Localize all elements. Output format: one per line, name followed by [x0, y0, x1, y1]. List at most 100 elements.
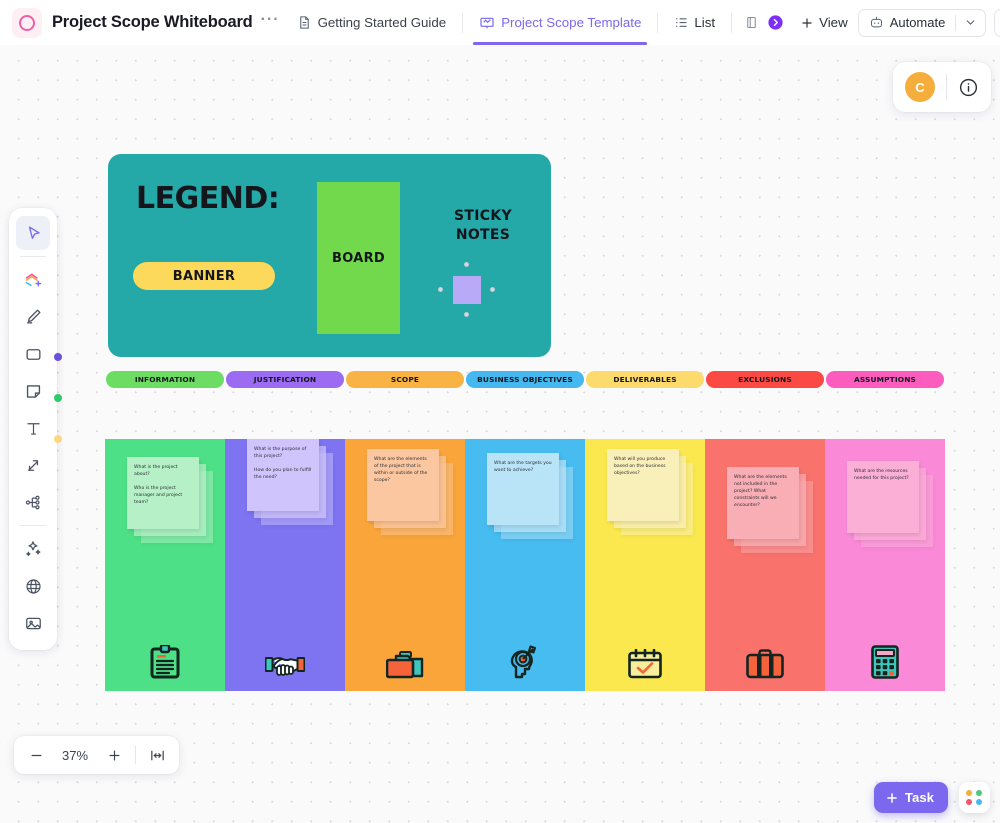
resize-handle-left[interactable] — [438, 287, 443, 292]
sticky-note[interactable]: What is the purpose of this project? How… — [247, 439, 319, 511]
column-body[interactable]: What are the elements of the project tha… — [345, 439, 465, 691]
zoom-controls: 37% — [14, 736, 179, 774]
sticky-note[interactable]: What is the project about? Who is the pr… — [127, 457, 199, 529]
column-header[interactable]: DELIVERABLES — [586, 371, 704, 388]
column-header[interactable]: ASSUMPTIONS — [826, 371, 944, 388]
legend-board-sample: BOARD — [317, 182, 400, 334]
resize-handle-top[interactable] — [464, 262, 469, 267]
mindmap-tool[interactable] — [16, 485, 50, 519]
sidebar-panel-icon[interactable] — [744, 15, 759, 30]
automate-button[interactable]: Automate — [859, 10, 956, 36]
panel-toggle-group[interactable] — [738, 14, 790, 31]
column-body[interactable]: What are the resources needed for this p… — [825, 439, 945, 691]
column-header[interactable]: EXCLUSIONS — [706, 371, 824, 388]
info-circle-icon[interactable] — [958, 77, 979, 98]
sticky-note-tool[interactable] — [16, 374, 50, 408]
title-more-button[interactable]: ··· — [261, 11, 280, 31]
sticky-note-text: What will you produce based on the busin… — [614, 457, 666, 476]
magic-wand-icon[interactable] — [16, 532, 50, 566]
list-icon — [674, 15, 689, 30]
whiteboard-icon — [479, 15, 495, 31]
briefcase-icon — [705, 649, 825, 679]
sticky-note-text: What are the targets you want to achieve… — [494, 461, 552, 473]
add-task-button[interactable]: Task — [873, 782, 948, 813]
logo-ring-icon — [19, 14, 35, 31]
apps-dot-4 — [976, 799, 982, 805]
share-button[interactable]: Share — [994, 8, 1000, 37]
column-body[interactable]: What are the elements not included in th… — [705, 439, 825, 691]
sticky-note[interactable]: What are the elements not included in th… — [727, 467, 799, 539]
sticky-note-stack[interactable]: What is the purpose of this project? How… — [247, 439, 337, 539]
automate-button-group[interactable]: Automate — [857, 8, 987, 37]
calculator-icon — [825, 645, 945, 679]
resize-handle-bottom[interactable] — [464, 312, 469, 317]
chevron-right-circle-icon[interactable] — [767, 14, 784, 31]
connector-tool[interactable] — [16, 448, 50, 482]
column-header[interactable]: SCOPE — [346, 371, 464, 388]
doc-icon — [297, 15, 312, 30]
shape-tool[interactable] — [16, 337, 50, 371]
tab-project-scope-template[interactable]: Project Scope Template — [469, 1, 651, 45]
shapes-add-tool[interactable] — [16, 263, 50, 297]
robot-icon — [869, 15, 884, 30]
zoom-out-button[interactable] — [20, 740, 52, 770]
fit-to-screen-button[interactable] — [141, 740, 173, 770]
clickup-circle-logo[interactable] — [12, 7, 42, 38]
add-task-label: Task — [904, 790, 934, 805]
column-header[interactable]: BUSINESS OBJECTIVES — [466, 371, 584, 388]
zoom-in-button[interactable] — [98, 740, 130, 770]
calendar-check-icon — [585, 649, 705, 679]
sticky-note-text: What are the elements of the project tha… — [374, 457, 428, 483]
add-view-button[interactable]: View — [790, 15, 858, 30]
cursor-dot-green[interactable] — [54, 394, 62, 402]
cursor-dot-purple[interactable] — [54, 353, 62, 361]
plus-icon — [885, 791, 899, 805]
sticky-note[interactable]: What are the resources needed for this p… — [847, 461, 919, 533]
column-body[interactable]: What are the targets you want to achieve… — [465, 439, 585, 691]
zoom-level-value[interactable]: 37% — [54, 748, 96, 763]
apps-dot-1 — [966, 790, 972, 796]
sticky-note-stack[interactable]: What are the targets you want to achieve… — [487, 453, 577, 553]
sticky-note-stack[interactable]: What is the project about? Who is the pr… — [127, 457, 217, 557]
avatar[interactable]: C — [905, 72, 935, 102]
sticky-note-stack[interactable]: What are the resources needed for this p… — [847, 461, 937, 561]
tab-getting-started-guide[interactable]: Getting Started Guide — [287, 1, 457, 45]
chevron-down-icon — [964, 16, 977, 29]
column-header[interactable]: JUSTIFICATION — [226, 371, 344, 388]
sticky-note-text: What are the elements not included in th… — [734, 475, 787, 508]
top-bar: Project Scope Whiteboard ··· Getting Sta… — [0, 0, 1000, 45]
cursor-dot-yellow[interactable] — [54, 435, 62, 443]
select-tool[interactable] — [16, 216, 50, 250]
tab-label: Project Scope Template — [501, 15, 642, 30]
sticky-note-stack[interactable]: What are the elements not included in th… — [727, 467, 817, 567]
apps-grid-icon[interactable] — [959, 782, 990, 813]
pen-tool[interactable] — [16, 300, 50, 334]
folder-icon — [345, 651, 465, 679]
sticky-note[interactable]: What will you produce based on the busin… — [607, 449, 679, 521]
automate-dropdown-button[interactable] — [956, 10, 985, 36]
globe-icon[interactable] — [16, 569, 50, 603]
legend-banner-sample: BANNER — [133, 262, 275, 290]
collaborators-panel: C — [893, 62, 991, 112]
column-body[interactable]: What is the purpose of this project? How… — [225, 439, 345, 691]
column-body[interactable]: What is the project about? Who is the pr… — [105, 439, 225, 691]
text-tool[interactable] — [16, 411, 50, 445]
divider — [657, 12, 659, 33]
legend-board[interactable]: LEGEND: BANNER BOARD STICKY NOTES — [108, 154, 551, 357]
mind-target-icon — [465, 645, 585, 679]
divider — [462, 12, 464, 33]
sticky-note-text: What are the resources needed for this p… — [854, 469, 909, 481]
column-body[interactable]: What will you produce based on the busin… — [585, 439, 705, 691]
sticky-note-stack[interactable]: What are the elements of the project tha… — [367, 449, 457, 549]
automate-label: Automate — [889, 15, 946, 30]
sticky-note-stack[interactable]: What will you produce based on the busin… — [607, 449, 697, 549]
sticky-note[interactable]: What are the elements of the project tha… — [367, 449, 439, 521]
resize-handle-right[interactable] — [490, 287, 495, 292]
column-header[interactable]: INFORMATION — [106, 371, 224, 388]
list-view-button[interactable]: List — [664, 15, 725, 30]
handshake-icon — [225, 653, 345, 679]
image-icon[interactable] — [16, 606, 50, 640]
divider — [135, 746, 136, 764]
sticky-note[interactable]: What are the targets you want to achieve… — [487, 453, 559, 525]
whiteboard-canvas[interactable]: LEGEND: BANNER BOARD STICKY NOTES INFORM… — [0, 45, 1000, 823]
